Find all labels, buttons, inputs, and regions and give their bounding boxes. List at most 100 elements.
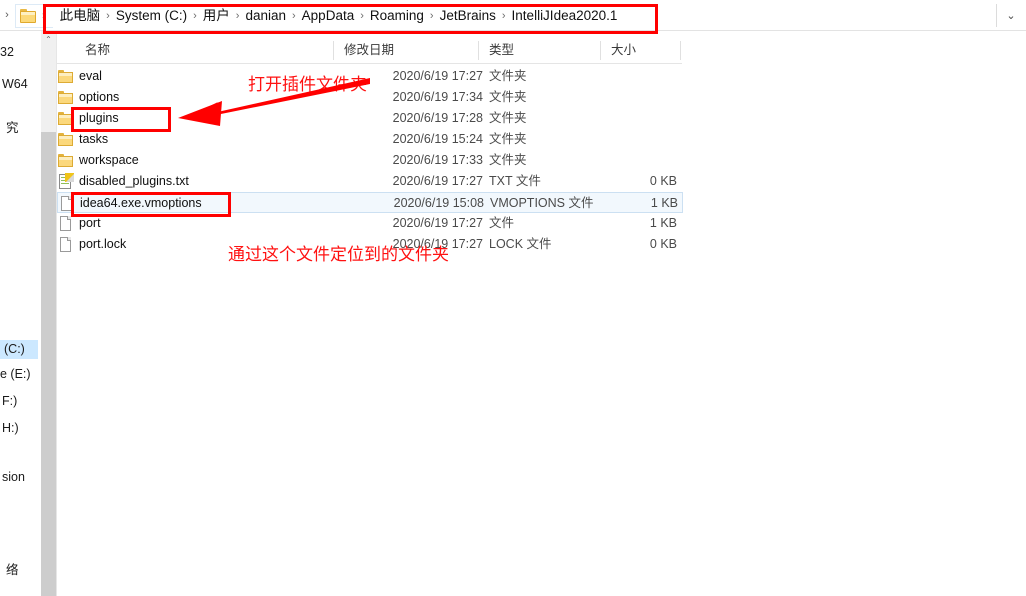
column-header-0[interactable]: 名称 [75,38,110,63]
file-type: 文件夹 [489,90,527,104]
breadcrumb-separator-4[interactable]: › [355,10,369,22]
address-bar[interactable]: › › 此电脑 › System (C:) › 用户 › danian › Ap… [0,0,1026,31]
folder-icon [58,90,74,105]
file-type: LOCK 文件 [489,237,552,251]
file-date: 2020/6/19 17:28 [392,111,483,125]
navigation-scrollbar[interactable]: ⌃ [41,31,56,596]
breadcrumb-item-6[interactable]: JetBrains [439,5,497,27]
breadcrumb-separator-2[interactable]: › [231,10,245,22]
column-divider[interactable] [600,41,601,60]
file-size [587,150,677,171]
file-type: 文件 [489,216,515,230]
file-name: plugins [79,111,119,125]
file-type: 文件夹 [489,153,527,167]
file-name: eval [79,69,102,83]
column-header-underline [57,63,682,64]
nav-pane-item[interactable]: F:) [0,392,17,411]
nav-pane-item[interactable]: sion [0,468,25,487]
breadcrumb-item-2[interactable]: 用户 [202,5,231,27]
file-date: 2020/6/19 17:27 [392,174,483,188]
file-name: port.lock [79,237,127,251]
folder-icon [20,8,37,23]
breadcrumb-item-1[interactable]: System (C:) [115,5,188,27]
column-header-3[interactable]: 大小 [601,38,636,63]
file-row[interactable]: plugins 2020/6/19 17:28 文件夹 [57,108,683,129]
file-name: port [79,216,101,230]
file-size: 1 KB [650,196,678,210]
nav-pane-item[interactable]: 究 [0,119,19,138]
column-divider[interactable] [680,41,681,60]
file-row[interactable]: idea64.exe.vmoptions 2020/6/19 15:08 VMOPT… [57,192,683,213]
file-name: disabled_plugins.txt [79,174,189,188]
column-header-1[interactable]: 修改日期 [334,38,394,63]
breadcrumb-item-5[interactable]: Roaming [369,5,425,27]
column-header-row[interactable]: 名称 修改日期 类型 大小 [57,38,682,63]
file-size [587,108,677,129]
file-row[interactable]: options 2020/6/19 17:34 文件夹 [57,87,683,108]
breadcrumb-separator-6[interactable]: › [497,10,511,22]
file-type: 文件夹 [489,69,527,83]
file-list[interactable]: eval 2020/6/19 17:27 文件夹 options 2020/6/19 1… [57,66,687,266]
nav-pane-item[interactable]: 络 [0,561,19,580]
navigation-pane[interactable]: 32 W64 究 (C:) e (E:) F:) H:) sion 络 [0,31,38,596]
breadcrumb[interactable]: 此电脑 › System (C:) › 用户 › danian › AppDat… [53,2,996,30]
file-row[interactable]: tasks 2020/6/19 15:24 文件夹 [57,129,683,150]
file-size: 0 KB [649,237,677,251]
address-folder-root[interactable]: › [15,3,53,28]
file-size [587,87,677,108]
breadcrumb-separator: › [42,9,46,22]
column-divider[interactable] [333,41,334,60]
breadcrumb-item-3[interactable]: danian [244,5,287,27]
document-file-icon [58,216,74,231]
file-type: TXT 文件 [489,174,541,188]
file-type: 文件夹 [489,132,527,146]
back-chevron-icon[interactable]: › [0,0,14,31]
document-file-icon [58,237,74,252]
breadcrumb-item-0[interactable]: 此电脑 [59,5,102,27]
file-row[interactable]: disabled_plugins.txt 2020/6/19 17:27 TXT 文… [57,171,683,192]
file-explorer-window: › › 此电脑 › System (C:) › 用户 › danian › Ap… [0,0,1026,596]
nav-pane-item[interactable]: (C:) [0,340,38,359]
file-size: 0 KB [649,174,677,188]
nav-pane-item[interactable]: H:) [0,419,19,438]
nav-pane-item[interactable]: e (E:) [0,365,31,384]
file-name: tasks [79,132,109,146]
breadcrumb-separator-5[interactable]: › [425,10,439,22]
file-date: 2020/6/19 15:24 [392,132,483,146]
file-date: 2020/6/19 17:34 [392,90,483,104]
nav-pane-item[interactable]: W64 [0,75,28,94]
breadcrumb-item-4[interactable]: AppData [301,5,356,27]
breadcrumb-separator-1[interactable]: › [188,10,202,22]
file-name: idea64.exe.vmoptions [80,196,202,210]
file-date: 2020/6/19 15:08 [393,196,484,210]
nav-pane-item[interactable]: 32 [0,43,14,62]
file-date: 2020/6/19 17:27 [392,216,483,230]
chevron-down-icon[interactable]: ⌄ [996,0,1026,31]
folder-icon [58,69,74,84]
file-row[interactable]: port.lock 2020/6/19 17:27 LOCK 文件 0 KB [57,234,683,255]
file-name: options [79,90,120,104]
scrollbar-thumb[interactable] [41,132,56,596]
column-divider[interactable] [478,41,479,60]
folder-icon [58,153,74,168]
column-header-2[interactable]: 类型 [479,38,514,63]
file-date: 2020/6/19 17:27 [392,69,483,83]
folder-icon [58,132,74,147]
file-row[interactable]: workspace 2020/6/19 17:33 文件夹 [57,150,683,171]
file-date: 2020/6/19 17:27 [392,237,483,251]
breadcrumb-item-7[interactable]: IntelliJIdea2020.1 [511,5,619,27]
scroll-up-arrow-icon[interactable]: ⌃ [41,31,56,47]
file-size [587,129,677,150]
file-name: workspace [79,153,139,167]
file-type: VMOPTIONS 文件 [490,196,594,210]
document-file-icon [59,196,75,211]
breadcrumb-separator-0[interactable]: › [101,10,115,22]
file-size: 1 KB [649,216,677,230]
file-row[interactable]: eval 2020/6/19 17:27 文件夹 [57,66,683,87]
breadcrumb-separator-3[interactable]: › [287,10,301,22]
file-type: 文件夹 [489,111,527,125]
address-bar-underline [0,30,1026,31]
file-row[interactable]: port 2020/6/19 17:27 文件 1 KB [57,213,683,234]
file-size [587,66,677,87]
text-file-icon [58,173,74,189]
